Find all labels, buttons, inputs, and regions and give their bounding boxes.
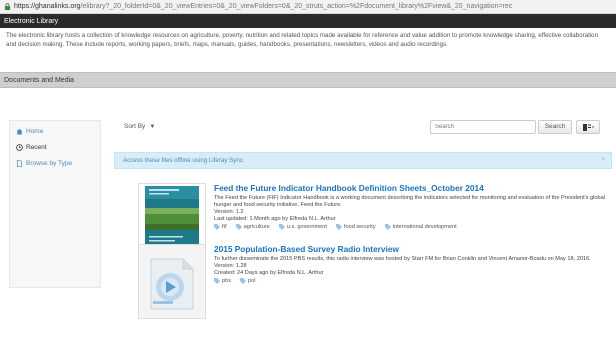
sidebar-item-browse-by-type[interactable]: Browse by Type: [10, 157, 100, 169]
section-header: Documents and Media: [0, 72, 616, 88]
tag-list: ftf agriculture u.s. government food sec…: [214, 224, 612, 230]
audio-file-icon: [139, 245, 205, 318]
document-description: The Feed the Future (FtF) Indicator Hand…: [214, 195, 605, 208]
document-updated: Last updated: 1 Month ago by Elfreda N.L…: [214, 216, 336, 222]
search-input[interactable]: [430, 120, 536, 134]
tag-icon: [214, 278, 220, 284]
section-title: Documents and Media: [4, 76, 75, 84]
tag-icon: [240, 278, 247, 284]
tag-item[interactable]: food security: [335, 224, 376, 230]
tag-item[interactable]: pol: [240, 278, 256, 284]
sidebar-item-label: Browse by Type: [26, 159, 73, 167]
sort-by-dropdown[interactable]: Sort By ▼: [124, 123, 155, 130]
lock-icon: [4, 3, 11, 10]
tag-item[interactable]: international development: [384, 224, 457, 230]
document-version: Version: 1.28: [214, 263, 247, 269]
tag-item[interactable]: u.s. government: [278, 224, 327, 230]
toolbar: Sort By ▼ Search: [116, 118, 606, 138]
url-path: /elibrary?_20_folderId=0&_20_viewEntries…: [80, 3, 513, 10]
library-description: The electronic library hosts a collectio…: [6, 32, 599, 48]
liferay-sync-banner: Access these files offline using Liferay…: [114, 152, 612, 169]
tag-icon: [335, 224, 342, 230]
document-title-link[interactable]: Feed the Future Indicator Handbook Defin…: [214, 183, 612, 193]
sidebar-item-recent[interactable]: Recent: [10, 141, 100, 153]
tag-list: pbs pol: [214, 278, 612, 284]
document-icon: [16, 159, 23, 167]
close-icon[interactable]: ×: [601, 156, 605, 163]
sort-by-label: Sort By: [124, 123, 146, 130]
tag-icon: [384, 224, 391, 230]
sidebar-navigation: Home Recent Browse by Type: [9, 120, 101, 288]
caret-down-icon: ▼: [149, 124, 156, 130]
portlet-title: Electronic Library: [4, 17, 59, 25]
tag-icon: [214, 224, 220, 230]
document-thumbnail[interactable]: [138, 244, 206, 319]
document-version: Version: 1.2: [214, 209, 244, 215]
sidebar-item-home[interactable]: Home: [10, 125, 100, 137]
document-details: Feed the Future Indicator Handbook Defin…: [214, 183, 612, 230]
sync-banner-text[interactable]: Access these files offline using Liferay…: [123, 157, 245, 164]
tag-icon: [278, 224, 285, 230]
browser-url-bar[interactable]: https://ghanalinks.org/elibrary?_20_fold…: [0, 0, 616, 14]
clock-icon: [16, 143, 23, 151]
portlet-title-bar: Electronic Library: [0, 14, 616, 28]
document-updated: Created: 24 Days ago by Elfreda N.L. Art…: [214, 270, 324, 276]
document-description: To further disseminate the 2015 PBS resu…: [214, 256, 591, 262]
sidebar-item-label: Recent: [26, 143, 47, 151]
view-list-icon: [582, 123, 594, 131]
sidebar-item-label: Home: [26, 127, 44, 135]
tag-icon: [235, 224, 242, 230]
tag-item[interactable]: agriculture: [235, 224, 270, 230]
tag-item[interactable]: ftf: [214, 224, 227, 230]
document-title-link[interactable]: 2015 Population-Based Survey Radio Inter…: [214, 244, 612, 254]
search-button[interactable]: Search: [538, 120, 572, 134]
home-icon: [16, 128, 23, 135]
tag-item[interactable]: pbs: [214, 278, 231, 284]
url-host: https://ghanalinks.org: [14, 3, 81, 10]
document-details: 2015 Population-Based Survey Radio Inter…: [214, 244, 612, 284]
display-style-button[interactable]: [576, 120, 600, 134]
documents-media-content: Home Recent Browse by Type Sort By ▼ Sear…: [0, 107, 616, 341]
